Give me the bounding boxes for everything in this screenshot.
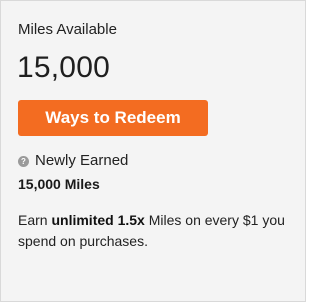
- newly-earned-value: 15,000 Miles: [18, 176, 100, 192]
- newly-earned-label: Newly Earned: [35, 152, 129, 169]
- promo-text: Earn unlimited 1.5x Miles on every $1 yo…: [18, 210, 290, 252]
- ways-to-redeem-button[interactable]: Ways to Redeem: [18, 100, 208, 136]
- miles-available-value: 15,000: [17, 51, 110, 84]
- question-circle-icon[interactable]: ?: [18, 155, 29, 167]
- miles-summary-card: Miles Available 15,000 Ways to Redeem ? …: [0, 0, 306, 302]
- miles-available-label: Miles Available: [18, 21, 117, 38]
- promo-prefix: Earn: [18, 212, 52, 228]
- newly-earned-row: ? Newly Earned: [18, 152, 128, 169]
- promo-highlight: unlimited 1.5x: [51, 212, 145, 228]
